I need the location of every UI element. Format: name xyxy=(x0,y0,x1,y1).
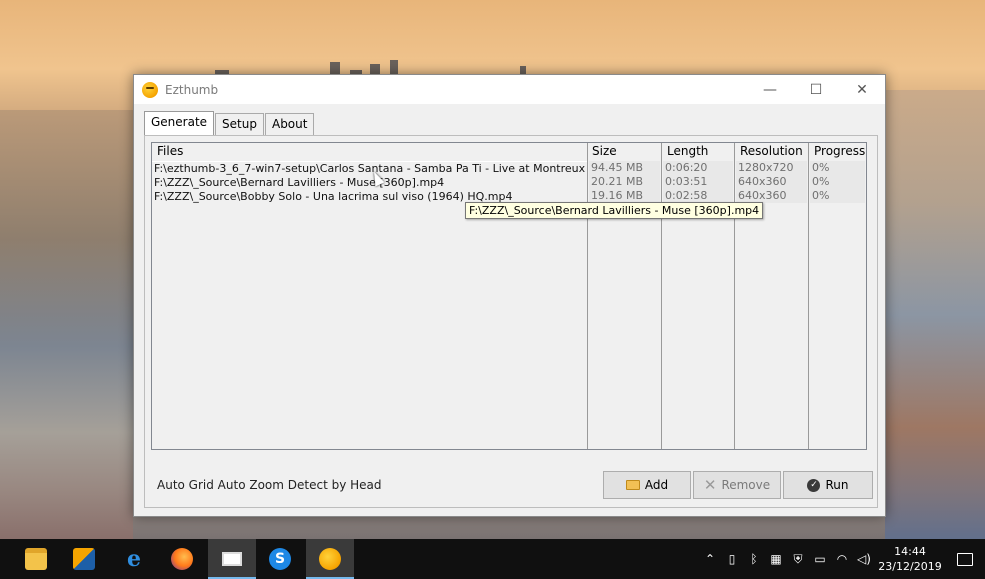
header-progress[interactable]: Progress xyxy=(814,144,865,158)
resolution-cell: 640x360 xyxy=(738,175,787,188)
computer-icon xyxy=(222,552,242,566)
column-files: Files F:\ezthumb-3_6_7-win7-setup\Carlos… xyxy=(152,143,588,449)
add-button[interactable]: Add xyxy=(603,471,691,499)
column-length: Length 0:06:20 0:03:51 0:02:58 xyxy=(662,143,735,449)
wifi-icon[interactable]: ◠ xyxy=(831,552,853,566)
clock-date: 23/12/2019 xyxy=(878,560,942,573)
notification-button[interactable] xyxy=(945,539,985,579)
title-bar[interactable]: Ezthumb — ☐ ✕ xyxy=(134,75,885,104)
s-app-taskbar-button[interactable]: S xyxy=(256,539,304,579)
city-right xyxy=(885,90,985,540)
column-size: Size 94.45 MB 20.21 MB 19.16 MB xyxy=(588,143,662,449)
file-explorer-icon xyxy=(25,548,47,570)
chevron-up-icon[interactable]: ⌃ xyxy=(699,552,721,566)
file-tooltip: F:\ZZZ\_Source\Bernard Lavilliers - Muse… xyxy=(465,202,764,219)
close-button[interactable]: ✕ xyxy=(839,75,885,104)
system-tray: ⌃ ▯ ᛒ ▦ ⛨ ▭ ◠ ◁) 14:44 23/12/2019 xyxy=(699,539,985,579)
size-cell: 94.45 MB xyxy=(591,161,644,174)
progress-cell: 0% xyxy=(812,161,830,174)
app-window: Ezthumb — ☐ ✕ Generate Setup About Files… xyxy=(133,74,886,517)
resolution-cell: 640x360 xyxy=(738,189,787,202)
header-size[interactable]: Size xyxy=(592,144,617,158)
run-button-label: Run xyxy=(825,478,849,492)
file-cell[interactable]: F:\ZZZ\_Source\Bernard Lavilliers - Muse… xyxy=(152,176,587,190)
ezthumb-app-icon xyxy=(142,81,158,98)
tab-bar: Generate Setup About xyxy=(144,111,315,135)
clock-time: 14:44 xyxy=(894,545,926,558)
header-files[interactable]: Files xyxy=(157,144,183,158)
remote-desktop-taskbar-button[interactable] xyxy=(208,539,256,579)
shield-icon[interactable]: ⛨ xyxy=(787,552,809,567)
city-left xyxy=(0,110,133,540)
folder-icon xyxy=(625,480,640,490)
clock[interactable]: 14:44 23/12/2019 xyxy=(875,544,945,574)
size-cell: 19.16 MB xyxy=(591,189,644,202)
tab-about[interactable]: About xyxy=(264,113,315,135)
run-button[interactable]: ✓ Run xyxy=(783,471,873,499)
remove-button[interactable]: ✕ Remove xyxy=(693,471,781,499)
length-cell: 0:03:51 xyxy=(665,175,708,188)
edge-taskbar-button[interactable]: e xyxy=(110,539,158,579)
battery-icon[interactable]: ▭ xyxy=(809,552,831,566)
remove-x-icon: ✕ xyxy=(703,475,717,494)
bluetooth-icon[interactable]: ᛒ xyxy=(743,552,765,566)
s-app-icon: S xyxy=(269,548,291,570)
add-button-label: Add xyxy=(644,478,669,492)
file-list[interactable]: Files F:\ezthumb-3_6_7-win7-setup\Carlos… xyxy=(151,142,867,450)
firefox-taskbar-button[interactable] xyxy=(158,539,206,579)
progress-cell: 0% xyxy=(812,189,830,202)
mode-status-text: Auto Grid Auto Zoom Detect by Head xyxy=(157,478,382,492)
header-resolution[interactable]: Resolution xyxy=(740,144,803,158)
remove-button-label: Remove xyxy=(721,478,771,492)
ezthumb-taskbar-icon xyxy=(319,548,341,570)
length-cell: 0:06:20 xyxy=(665,161,708,174)
tab-setup[interactable]: Setup xyxy=(215,113,264,135)
column-resolution: Resolution 1280x720 640x360 640x360 xyxy=(735,143,809,449)
edge-icon: e xyxy=(127,546,141,572)
notification-icon xyxy=(957,552,973,566)
column-progress: Progress 0% 0% 0% xyxy=(809,143,866,449)
sticky-app-icon xyxy=(73,548,95,570)
progress-cell: 0% xyxy=(812,175,830,188)
firefox-icon xyxy=(171,548,193,570)
todo-taskbar-button[interactable] xyxy=(60,539,108,579)
ezthumb-taskbar-button[interactable] xyxy=(306,539,354,579)
resolution-cell: 1280x720 xyxy=(738,161,794,174)
tab-generate[interactable]: Generate xyxy=(144,111,215,135)
size-cell: 20.21 MB xyxy=(591,175,644,188)
minimize-button[interactable]: — xyxy=(747,75,793,104)
volume-icon[interactable]: ◁) xyxy=(853,552,875,566)
check-icon: ✓ xyxy=(807,478,821,492)
taskbar: e S ⌃ ▯ ᛒ ▦ ⛨ ▭ ◠ ◁) 14:44 23/12/2019 xyxy=(0,539,985,579)
header-length[interactable]: Length xyxy=(667,144,708,158)
maximize-button[interactable]: ☐ xyxy=(793,75,839,104)
window-title: Ezthumb xyxy=(165,82,219,97)
tb-icon[interactable]: ▦ xyxy=(765,552,787,566)
usb-icon[interactable]: ▯ xyxy=(721,552,743,566)
length-cell: 0:02:58 xyxy=(665,189,708,202)
file-explorer-taskbar-button[interactable] xyxy=(12,539,60,579)
generate-panel: Files F:\ezthumb-3_6_7-win7-setup\Carlos… xyxy=(144,135,878,508)
